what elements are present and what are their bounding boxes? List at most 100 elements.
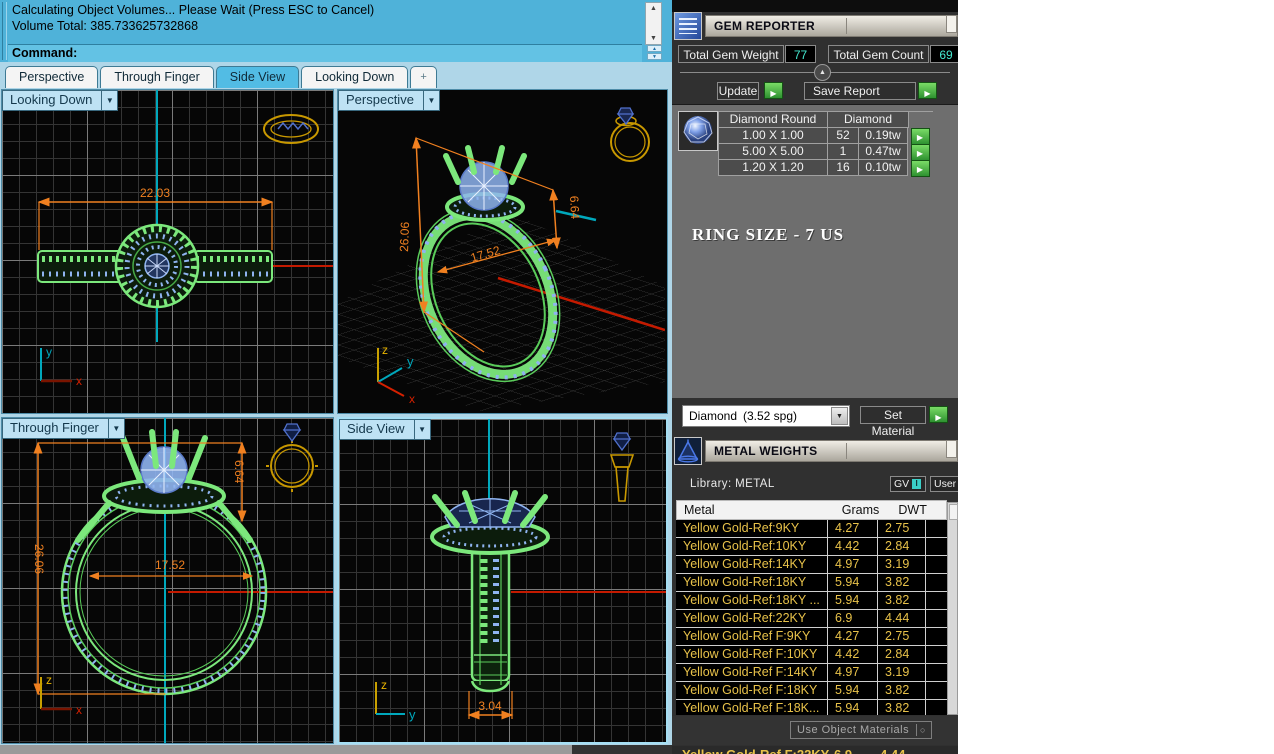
command-spinner[interactable]: ▲ ▼ [647,45,662,61]
command-prompt-label: Command: [12,46,77,60]
metal-grams: 4.97 [828,664,878,681]
set-material-button[interactable]: Set Material [860,406,926,424]
tab-through-finger[interactable]: Through Finger [100,66,213,88]
gem-size: 1.00 X 1.00 [718,128,828,144]
metal-dwt: 4.44 [878,610,926,627]
gem-table: Diamond Round Diamond 1.00 X 1.00 52 0.1… [718,111,933,176]
metal-dwt: 3.82 [878,682,926,699]
viewport-side-view[interactable]: 3.04 z y Side View ▼ [337,417,668,744]
gem-weight: 0.10tw [859,160,908,176]
metal-grams: 4.42 [828,538,878,555]
ring-thumbnail-side [611,433,633,501]
radio-icon[interactable]: ○ [916,724,929,736]
gem-size: 5.00 X 5.00 [718,144,828,160]
metal-grams: 5.94 [828,592,878,609]
gem-row[interactable]: 1.00 X 1.00 52 0.19tw [718,128,933,144]
metal-row[interactable]: Yellow Gold-Ref F:9KY 4.27 2.75 [676,628,947,646]
gem-reporter-body: Diamond Round Diamond 1.00 X 1.00 52 0.1… [672,104,958,399]
gem-row[interactable]: 5.00 X 5.00 1 0.47tw [718,144,933,160]
metal-row[interactable]: Yellow Gold-Ref:9KY 4.27 2.75 [676,520,947,538]
metal-row[interactable]: Yellow Gold-Ref:10KY 4.42 2.84 [676,538,947,556]
panel-title: METAL WEIGHTS [706,444,817,458]
metal-grams: 4.27 [828,520,878,537]
panel-title: GEM REPORTER [706,19,815,33]
spinner-up-icon[interactable]: ▲ [647,45,662,52]
grams-col-header: Grams [835,501,892,519]
app-window: Calculating Object Volumes... Please Wai… [0,0,1274,754]
gem-row[interactable]: 1.20 X 1.20 16 0.10tw [718,160,933,176]
total-gem-count-value: 69 [930,45,958,63]
svg-text:x: x [409,392,415,406]
user-toggle-button[interactable]: UserI [930,476,958,492]
chevron-down-icon[interactable]: ▼ [415,419,431,440]
svg-text:z: z [382,343,388,357]
viewport-perspective[interactable]: 26.06 6.64 17.52 z y x [337,89,668,414]
save-report-go-icon[interactable] [918,82,937,99]
metal-row[interactable]: Yellow Gold-Ref F:18K... 5.94 3.82 [676,700,947,715]
command-scrollbar[interactable]: ▲ ▼ [645,2,662,45]
update-button[interactable]: Update [717,82,759,100]
viewport-through-finger[interactable]: 26.06 6.64 17.52 z x [1,417,334,744]
total-gem-count-label: Total Gem Count [828,45,929,63]
metal-dwt: 2.84 [878,538,926,555]
material-dropdown-value: Diamond [689,409,737,423]
tab-looking-down[interactable]: Looking Down [301,66,408,88]
chevron-down-icon[interactable]: ▼ [102,90,118,111]
metal-name: Yellow Gold-Ref F:18KY [676,682,828,699]
tab-perspective[interactable]: Perspective [5,66,98,88]
svg-text:z: z [381,678,387,692]
metal-row[interactable]: Yellow Gold-Ref:14KY 4.97 3.19 [676,556,947,574]
svg-text:22.03: 22.03 [140,186,170,200]
material-dropdown[interactable]: Diamond (3.52 spg) ▼ [682,405,850,427]
metal-name: Yellow Gold-Ref:10KY [676,538,828,555]
use-object-materials-toggle[interactable]: Use Object Materials ○ [790,721,932,739]
panel-collapse-handle[interactable] [946,440,957,458]
metal-table-scrollbar[interactable] [947,502,958,715]
scroll-up-icon[interactable]: ▲ [646,4,661,13]
chevron-down-icon[interactable]: ▼ [831,407,848,425]
gem-preview-image [678,111,718,151]
chevron-down-icon[interactable]: ▼ [424,90,440,111]
library-row: Library: METAL GVI UserI [672,472,958,496]
save-report-button[interactable]: Save Report [804,82,916,100]
svg-text:y: y [409,707,416,722]
set-material-go-icon[interactable] [929,406,948,423]
metal-dwt: 3.82 [878,700,926,715]
update-go-icon[interactable] [764,82,783,99]
panel-collapse-handle[interactable] [946,15,957,33]
chevron-down-icon[interactable]: ▼ [109,418,125,439]
metal-name: Yellow Gold-Ref F:10KY [676,646,828,663]
tab-side-view[interactable]: Side View [216,66,299,88]
gem-size: 1.20 X 1.20 [718,160,828,176]
command-input-row[interactable]: Command: [8,44,642,62]
metal-name: Yellow Gold-Ref:18KY ... [676,592,828,609]
metal-row[interactable]: Yellow Gold-Ref:18KY 5.94 3.82 [676,574,947,592]
gem-select-go-icon[interactable] [911,160,930,177]
viewport-title[interactable]: Looking Down [2,90,102,111]
gv-toggle-button[interactable]: GVI [890,476,926,492]
viewport-title[interactable]: Side View [339,419,415,440]
metal-weights-icon [674,437,702,465]
metal-table: Metal Grams DWT Yellow Gold-Ref:9KY 4.27… [676,500,947,715]
svg-text:3.04: 3.04 [478,699,502,713]
metal-row[interactable]: Yellow Gold-Ref F:18KY 5.94 3.82 [676,682,947,700]
gem-select-go-icon[interactable] [911,128,930,145]
metal-row[interactable]: Yellow Gold-Ref:22KY 6.9 4.44 [676,610,947,628]
metal-row[interactable]: Yellow Gold-Ref F:14KY 4.97 3.19 [676,664,947,682]
metal-grams: 4.27 [828,628,878,645]
panel-splitter-knob[interactable]: ▲ [814,64,831,81]
metal-row[interactable]: Yellow Gold-Ref F:10KY 4.42 2.84 [676,646,947,664]
viewport-looking-down[interactable]: 22.03 y x Looking Down ▼ [1,89,334,414]
metal-name: Yellow Gold-Ref:14KY [676,556,828,573]
scroll-down-icon[interactable]: ▼ [646,34,661,43]
spinner-down-icon[interactable]: ▼ [647,53,662,60]
metal-row[interactable]: Yellow Gold-Ref:18KY ... 5.94 3.82 [676,592,947,610]
metal-name: Yellow Gold-Ref F:18K... [676,700,828,715]
ring-size-text: RING SIZE - 7 US [692,225,844,245]
tab-add-viewport[interactable]: + [410,66,436,88]
viewport-title[interactable]: Through Finger [2,418,109,439]
gem-select-go-icon[interactable] [911,144,930,161]
viewport-title[interactable]: Perspective [338,90,424,111]
gem-table-body: 1.00 X 1.00 52 0.19tw 5.00 X 5.00 1 0.47… [718,128,933,176]
status-strip [0,745,672,754]
